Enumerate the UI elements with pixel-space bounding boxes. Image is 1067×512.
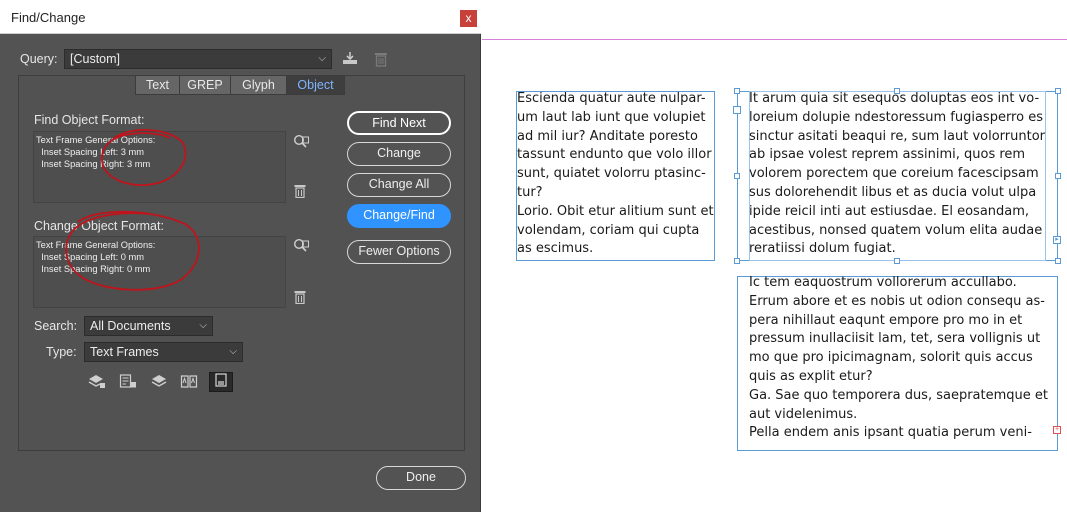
resize-handle-top-left[interactable]	[734, 88, 740, 94]
resize-handle-bottom-center[interactable]	[894, 258, 900, 264]
frame-3-line: mo que pro ipicimagnam, solorit quis acc…	[749, 350, 1033, 366]
frame-3-line: Errum abore et es nobis ut odion consequ…	[749, 293, 1045, 309]
frame-3-line: Ga. Sae quo temporera dus, saepratemque …	[749, 387, 1048, 403]
margin-guide	[482, 39, 1067, 40]
resize-handle-mid-left[interactable]	[734, 173, 740, 179]
frame-1-line: volendam, coriam qui cupta	[517, 222, 700, 238]
frame-3-line: Pella endem anis ipsant quatia perum ven…	[749, 425, 1032, 441]
frame-3-line: pera nihillaut eaqunt empore pro mo in e…	[749, 312, 1023, 328]
annotation-circle-find	[101, 129, 187, 186]
frame-2-line: ipide reicil inti aut estiusdae. El eosa…	[749, 203, 1030, 219]
frame-2-line: sinctur asitati beaqui re, sum laut volo…	[749, 128, 1046, 144]
frame-1-line: tur?	[517, 185, 543, 200]
overset-text-icon[interactable]: +	[1053, 426, 1061, 434]
frame-2-line: ab ipsae volest reprem assinimi, quos re…	[749, 147, 1026, 163]
frame-2-line: volorem porectem que coreium facescipsam	[749, 166, 1039, 182]
frame-1-line: Lorio. Obit etur alitium sunt et	[517, 203, 714, 219]
resize-handle-top-center[interactable]	[894, 88, 900, 94]
frame-1-line: ad mil iur? Anditate poresto	[517, 128, 698, 144]
frame-1-line: Escienda quatur aute nulpar-	[517, 91, 706, 106]
in-port-icon[interactable]	[733, 106, 741, 114]
red-annotation-circles	[65, 129, 200, 291]
resize-handle-bottom-right[interactable]	[1055, 258, 1061, 264]
resize-handle-mid-right[interactable]	[1055, 173, 1061, 179]
frame-1-line: as escimus.	[517, 241, 594, 257]
frame-1-line: um laut lab iunt que volupiet	[517, 109, 706, 125]
frame-3-line: quis as explit etur?	[749, 369, 873, 384]
annotation-circle-change	[65, 210, 200, 291]
frame-2-line: loreium dolupie ndestoressum fugiasperro…	[749, 109, 1043, 125]
frame-1-line: sunt, quiatet volorru ptasinc-	[517, 166, 706, 182]
out-port-threaded-icon[interactable]: ▸	[1053, 236, 1061, 244]
frame-2-line: sus dolorehendit libus et as ducia volut…	[749, 185, 1037, 200]
frame-3-line: pressum inullaciisit lam, tet, sera voll…	[749, 331, 1041, 347]
frame-3-line: Ic tem eaquostrum vollorerum accullabo.	[749, 275, 1017, 290]
frame-1-line: tassunt endunto que volo illor	[517, 147, 712, 163]
frame-2-line: acestibus, nonsed quatem volum elita aud…	[749, 222, 1043, 238]
resize-handle-top-right[interactable]	[1055, 88, 1061, 94]
find-change-dialog: Find/Change x Query: [Custom] ⌵ Text GRE…	[0, 0, 481, 512]
frame-3-line: aut videlenimus.	[749, 406, 858, 422]
frame-2-line: reratiissi dolum fugiat.	[749, 241, 896, 257]
resize-handle-bottom-left[interactable]	[734, 258, 740, 264]
